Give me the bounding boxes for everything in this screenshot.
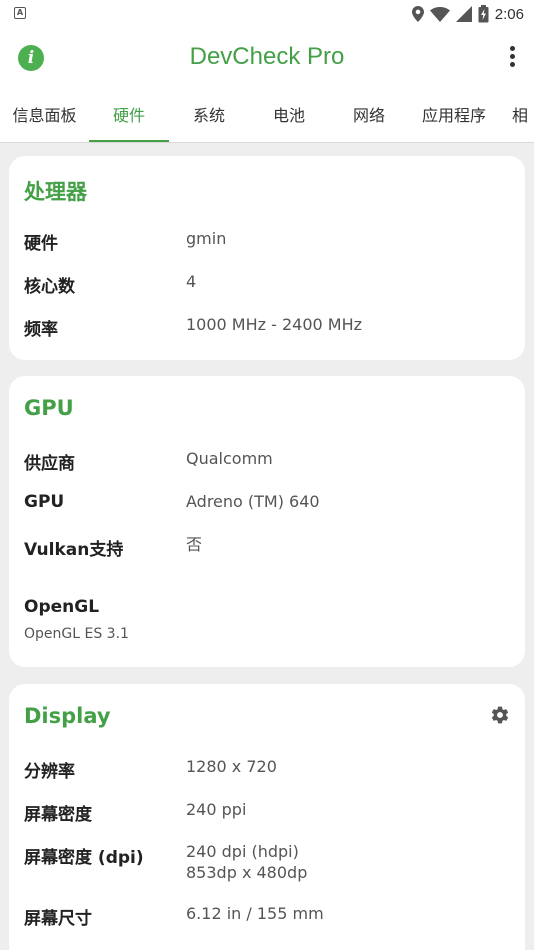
row-label: 分辨率: [24, 762, 75, 782]
card-title: Display: [24, 704, 111, 728]
tab-bar: 信息面板 硬件 系统 电池 网络 应用程序 相: [0, 90, 534, 143]
notification-icon: A: [14, 7, 26, 19]
row-label: 屏幕密度 (dpi): [24, 848, 144, 868]
row-label: 屏幕密度: [24, 805, 92, 825]
gear-icon[interactable]: [490, 705, 510, 725]
active-tab-indicator: [89, 140, 169, 142]
row-label: 供应商: [24, 454, 75, 474]
row-label: Vulkan支持: [24, 540, 124, 560]
display-card: Display 分辨率 1280 x 720 屏幕密度 240 ppi 屏幕密度…: [9, 684, 525, 950]
tab-system[interactable]: 系统: [169, 90, 249, 142]
tab-apps[interactable]: 应用程序: [409, 90, 499, 142]
row-label: 硬件: [24, 234, 58, 254]
battery-icon: [478, 5, 489, 23]
card-title: GPU: [24, 396, 74, 420]
row-value: 否: [186, 535, 203, 554]
location-icon: [411, 6, 424, 22]
app-title: DevCheck Pro: [189, 43, 345, 70]
gpu-card: GPU 供应商 Qualcomm GPU Adreno (TM) 640 Vul…: [9, 376, 525, 667]
row-value: 1000 MHz - 2400 MHz: [186, 315, 363, 334]
row-label: GPU: [24, 492, 65, 512]
row-value: Qualcomm: [186, 449, 273, 468]
opengl-label: OpenGL: [24, 597, 100, 617]
row-label: 屏幕尺寸: [24, 909, 92, 929]
tab-hardware[interactable]: 硬件: [89, 90, 169, 142]
row-value: 6.12 in / 155 mm: [186, 904, 324, 923]
row-label: 频率: [24, 320, 58, 340]
tab-dashboard[interactable]: 信息面板: [0, 90, 89, 142]
clock: 2:06: [494, 5, 524, 23]
row-value: 1280 x 720: [186, 757, 277, 776]
more-options-icon[interactable]: [508, 46, 516, 72]
processor-card: 处理器 硬件 gmin 核心数 4 频率 1000 MHz - 2400 MHz: [9, 156, 525, 360]
row-value: 240 ppi: [186, 800, 247, 819]
tab-battery[interactable]: 电池: [249, 90, 329, 142]
cell-signal-icon: [455, 6, 472, 22]
row-value: 240 dpi (hdpi): [186, 842, 299, 861]
row-value: 4: [186, 272, 197, 291]
wifi-icon: [429, 6, 450, 22]
opengl-value: OpenGL ES 3.1: [24, 626, 129, 642]
row-value: Adreno (TM) 640: [186, 492, 320, 511]
status-bar: A 2:06: [0, 0, 534, 28]
row-label: 核心数: [24, 277, 75, 297]
app-bar: i DevCheck Pro: [0, 28, 534, 90]
status-icons: 2:06: [411, 4, 524, 24]
row-value: gmin: [186, 229, 227, 248]
tab-network[interactable]: 网络: [329, 90, 409, 142]
tab-camera[interactable]: 相: [512, 90, 534, 142]
card-title: 处理器: [24, 180, 87, 204]
row-value-secondary: 853dp x 480dp: [186, 863, 308, 882]
